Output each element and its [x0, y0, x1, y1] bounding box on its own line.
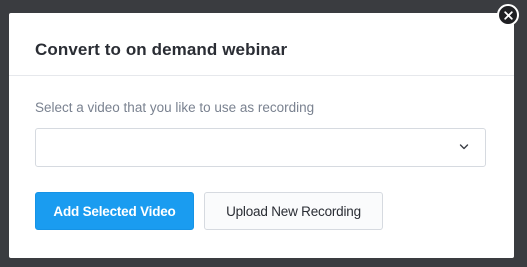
dialog-header: Convert to on demand webinar: [9, 13, 514, 76]
dialog-body: Select a video that you like to use as r…: [9, 100, 514, 230]
upload-new-recording-button[interactable]: Upload New Recording: [204, 192, 383, 230]
video-select-dropdown[interactable]: [35, 128, 486, 167]
chevron-down-icon: [459, 144, 469, 150]
convert-webinar-dialog: Convert to on demand webinar Select a vi…: [9, 13, 514, 258]
dialog-title: Convert to on demand webinar: [35, 40, 288, 59]
close-icon: [503, 10, 513, 20]
video-select-label: Select a video that you like to use as r…: [35, 100, 315, 115]
dialog-actions: Add Selected Video Upload New Recording: [35, 192, 488, 230]
add-selected-video-button[interactable]: Add Selected Video: [35, 192, 194, 230]
close-dialog-button[interactable]: [497, 4, 519, 26]
